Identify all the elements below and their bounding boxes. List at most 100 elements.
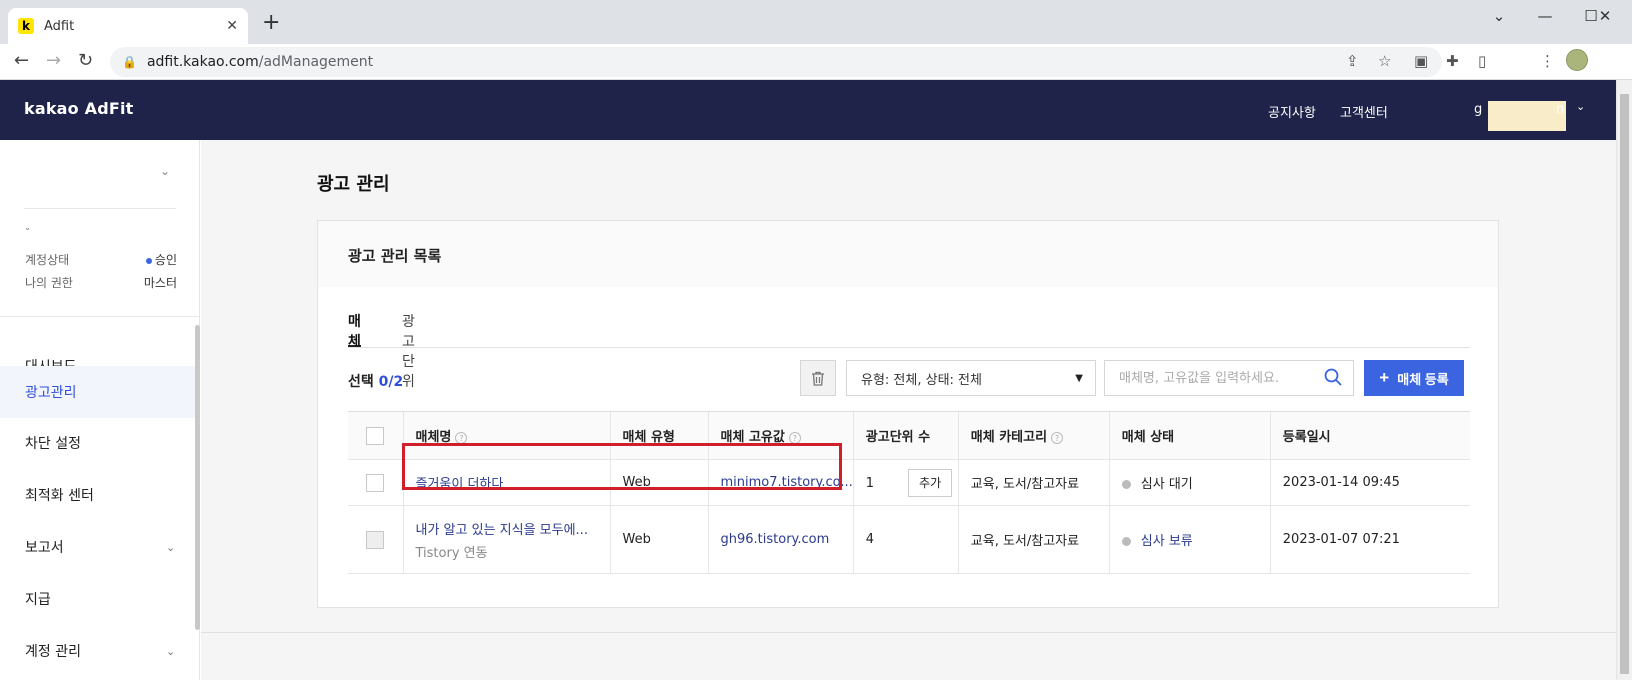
row-checkbox-cell [348, 459, 403, 506]
select-all-checkbox[interactable] [366, 426, 384, 445]
help-icon[interactable]: ? [1051, 431, 1064, 444]
filter-select[interactable]: 유형: 전체, 상태: 전체 ▼ [846, 360, 1096, 396]
sidebar-scrollbar[interactable] [195, 325, 200, 630]
tab-media[interactable]: 매체 [348, 311, 361, 350]
profile-avatar[interactable] [1566, 49, 1588, 71]
sidebar-item-ad-management[interactable]: 광고관리 [0, 366, 200, 418]
main-content: 광고 관리 광고 관리 목록 매체 광고단위 선택 0/2 유형: 전체, 상태… [201, 140, 1616, 680]
ad-list-card: 광고 관리 목록 매체 광고단위 선택 0/2 유형: 전체, 상태: 전체 ▼… [317, 220, 1499, 608]
user-name-prefix[interactable]: g [1474, 102, 1482, 117]
status-link[interactable]: 심사 보류 [1141, 534, 1193, 549]
search-input[interactable] [1119, 370, 1309, 386]
lock-icon: 🔒 [122, 55, 137, 69]
bookmark-star-icon[interactable]: ☆ [1378, 52, 1391, 70]
trash-icon [812, 371, 824, 386]
row-checkbox-cell [348, 505, 403, 574]
help-icon[interactable]: ? [455, 431, 468, 444]
media-name-link[interactable]: 내가 알고 있는 지식을 모두에... [416, 523, 588, 538]
card-header: 광고 관리 목록 [318, 221, 1498, 287]
media-name-link[interactable]: 즐거움이 더하다 [416, 477, 504, 492]
table-row: 내가 알고 있는 지식을 모두에... Tistory 연동 Web gh96.t… [348, 505, 1470, 574]
user-chevron-down-icon[interactable]: ⌄ [1576, 100, 1585, 113]
scrollbar-thumb[interactable] [1620, 94, 1629, 674]
user-name-suffix[interactable]: n [1556, 102, 1564, 117]
user-name-mask [1488, 101, 1566, 131]
account-status-label: 계정상태 [25, 253, 70, 267]
side-panel-icon[interactable]: ▯ [1478, 52, 1486, 70]
media-key-cell: gh96.tistory.com [707, 505, 854, 574]
media-type-cell: Web [609, 459, 708, 506]
media-table: 매체명? 매체 유형 매체 고유값? 광고단위 수 매체 카테고리? 매체 상태… [348, 411, 1470, 574]
my-role-label: 나의 권한 [25, 276, 73, 290]
page-scrollbar[interactable] [1616, 80, 1632, 680]
add-ad-unit-button[interactable]: 추가 [908, 468, 953, 497]
header-checkbox-cell [348, 411, 403, 460]
row-checkbox[interactable] [366, 530, 384, 549]
category-cell: 교육, 도서/참고자료 [957, 459, 1110, 506]
menu-kebab-icon[interactable]: ⋮ [1540, 52, 1555, 70]
selection-count: 선택 0/2 [348, 374, 404, 390]
sidebar-item-reports[interactable]: 보고서 ⌄ [0, 521, 200, 573]
nav-notice[interactable]: 공지사항 [1268, 102, 1316, 121]
delete-button[interactable] [800, 360, 836, 396]
register-media-button[interactable]: + 매체 등록 [1364, 360, 1464, 396]
forward-icon[interactable]: → [46, 50, 61, 71]
close-window-icon[interactable]: ✕ [1582, 4, 1628, 28]
back-icon[interactable]: ← [14, 50, 29, 71]
app-header: kakao AdFit 공지사항 고객센터 [0, 80, 1616, 140]
status-dot-icon [1121, 480, 1131, 489]
account-select-chevron-icon[interactable]: ⌄ [160, 164, 170, 178]
col-date: 등록일시 [1269, 411, 1470, 460]
col-ad-units: 광고단위 수 [852, 411, 959, 460]
status-cell: 심사 대기 [1108, 459, 1271, 506]
status-text: 심사 대기 [1140, 477, 1193, 492]
status-dot-icon [1121, 537, 1131, 546]
address-bar[interactable]: 🔒 adfit.kakao.com/adManagement [110, 47, 1442, 77]
media-key-link[interactable]: minimo7.tistory.co... [721, 475, 853, 490]
sidebar-divider [0, 316, 200, 317]
sidebar-item-payment[interactable]: 지급 [0, 573, 200, 625]
card-title: 광고 관리 목록 [348, 247, 442, 265]
media-type-cell: Web [609, 505, 708, 574]
nav-support[interactable]: 고객센터 [1340, 102, 1388, 121]
browser-tab[interactable]: k Adfit ✕ [8, 8, 248, 44]
main-bottom-divider [201, 632, 1616, 633]
browser-tabbar: k Adfit ✕ + ⌄ — ☐ [0, 0, 1632, 44]
kakao-favicon-icon: k [18, 18, 34, 34]
media-key-link[interactable]: gh96.tistory.com [721, 532, 830, 547]
minimize-icon[interactable]: — [1522, 4, 1568, 28]
tab-search-icon[interactable]: ⌄ [1476, 4, 1522, 28]
status-dot-icon [145, 257, 152, 264]
tab-ad-unit[interactable]: 광고단위 [402, 311, 415, 390]
sidebar-item-block-settings[interactable]: 차단 설정 [0, 417, 200, 469]
ad-units-cell: 4 [852, 505, 959, 574]
share-icon[interactable]: ⇪ [1346, 52, 1359, 70]
sidebar-divider [24, 208, 176, 209]
kakao-adfit-logo[interactable]: kakao AdFit [24, 99, 134, 118]
search-box [1104, 360, 1354, 396]
sidebar-item-account[interactable]: 계정 관리 ⌄ [0, 625, 200, 677]
new-tab-icon[interactable]: + [262, 12, 280, 34]
close-tab-icon[interactable]: ✕ [226, 18, 238, 34]
help-icon[interactable]: ? [788, 431, 801, 444]
media-key-cell: minimo7.tistory.co... [707, 459, 854, 506]
row-checkbox[interactable] [366, 473, 384, 492]
account-name-fragment: ˘ [25, 228, 30, 239]
reload-icon[interactable]: ↻ [78, 50, 93, 71]
media-icon[interactable]: ▣ [1414, 52, 1428, 70]
search-icon[interactable] [1323, 367, 1343, 387]
media-name-cell: 내가 알고 있는 지식을 모두에... Tistory 연동 [402, 505, 610, 574]
chevron-down-icon: ⌄ [166, 644, 176, 658]
col-status: 매체 상태 [1108, 411, 1271, 460]
col-media-key: 매체 고유값? [707, 411, 854, 460]
caret-down-icon: ▼ [1075, 372, 1083, 384]
tab-divider [348, 347, 1470, 348]
col-media-name: 매체명? [402, 411, 610, 460]
my-role-value: 마스터 [143, 276, 177, 290]
extensions-icon[interactable]: ✚ [1446, 52, 1459, 70]
category-cell: 교육, 도서/참고자료 [957, 505, 1110, 574]
page-title: 광고 관리 [317, 174, 390, 195]
chevron-down-icon: ⌄ [166, 540, 176, 554]
tab-title: Adfit [44, 18, 75, 34]
sidebar-item-optimization[interactable]: 최적화 센터 [0, 469, 200, 521]
